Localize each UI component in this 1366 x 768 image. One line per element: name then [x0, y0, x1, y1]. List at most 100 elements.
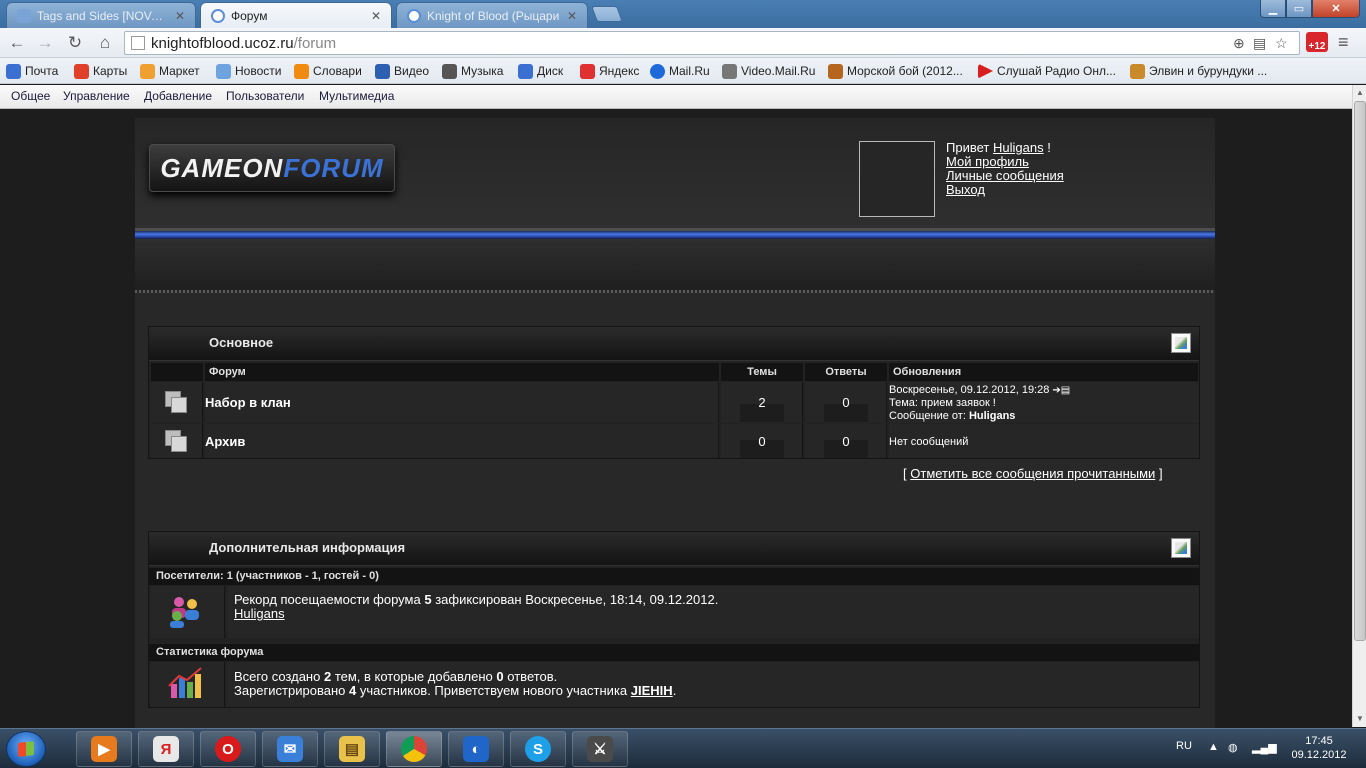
tray-app-icon[interactable]: ◍: [1228, 741, 1238, 754]
page-scrollbar[interactable]: ▲ ▼: [1352, 85, 1366, 727]
collapse-icon[interactable]: [1171, 538, 1191, 558]
close-window-button[interactable]: ✕: [1312, 0, 1360, 18]
windows-taskbar: ▶ Я O ✉ ▤ ◐ S ⚔ RU ▲ ◍ ▂▄▆ 17:45 09.12.2…: [0, 728, 1366, 768]
extension-badge[interactable]: +12: [1306, 32, 1328, 52]
goto-last-post-icon[interactable]: ➔▤: [1052, 385, 1070, 396]
update-date: Воскресенье, 09.12.2012, 19:28: [889, 384, 1050, 396]
site-logo[interactable]: GAMEON FORUM: [149, 144, 395, 192]
bookmark-karty[interactable]: Карты: [74, 62, 127, 80]
taskbar-mail[interactable]: ✉: [262, 731, 318, 767]
taskbar-opera[interactable]: O: [200, 731, 256, 767]
page-action-icon[interactable]: ▤: [1253, 35, 1266, 52]
video-icon: [375, 63, 390, 79]
no-messages-text: Нет сообщений: [889, 436, 969, 448]
bookmark-slovari[interactable]: Словари: [294, 62, 362, 80]
forum-cell: [205, 424, 719, 458]
home-button[interactable]: ⌂: [94, 32, 116, 54]
record-label: Рекорд посещаемости форума: [234, 592, 421, 607]
mailru-icon: [650, 63, 665, 79]
language-indicator[interactable]: RU: [1176, 740, 1192, 752]
wrench-menu-icon[interactable]: ≡: [1338, 32, 1349, 53]
scroll-thumb[interactable]: [1354, 101, 1366, 641]
star-icon[interactable]: ☆: [1275, 35, 1288, 52]
close-icon[interactable]: ✕: [175, 9, 185, 23]
back-button[interactable]: ←: [6, 32, 28, 54]
bookmark-label: Диск: [537, 64, 564, 78]
bookmark-label: Video.Mail.Ru: [741, 64, 816, 78]
bookmark-chipmunks[interactable]: Элвин и бурундуки ...: [1130, 62, 1267, 80]
bookmark-pochta[interactable]: Почта: [6, 62, 58, 80]
scroll-up-arrow-icon[interactable]: ▲: [1353, 85, 1366, 101]
topics-count: 0: [758, 434, 766, 449]
minimize-button[interactable]: ▁: [1260, 0, 1286, 18]
app-wave-icon: ◐: [463, 736, 489, 762]
admin-menu-add[interactable]: Добавление: [144, 89, 212, 103]
taskbar-yandex[interactable]: Я: [138, 731, 194, 767]
admin-menu-users[interactable]: Пользователи: [226, 89, 304, 103]
author-link[interactable]: Huligans: [969, 410, 1015, 422]
bookmark-label: Слушай Радио Онл...: [997, 64, 1116, 78]
new-tab-button[interactable]: [591, 6, 623, 22]
tab-forum[interactable]: Форум ✕: [200, 2, 392, 28]
bookmark-label: Видео: [394, 64, 430, 78]
reload-button[interactable]: ↻: [64, 32, 86, 54]
news-icon: [216, 63, 231, 79]
new-member-link[interactable]: JIEHIH: [631, 683, 673, 698]
scroll-down-arrow-icon[interactable]: ▼: [1353, 711, 1366, 727]
profile-link[interactable]: Мой профиль: [946, 154, 1029, 169]
bookmark-disk[interactable]: Диск: [518, 62, 563, 80]
taskbar-explorer[interactable]: ▤: [324, 731, 380, 767]
taskbar-app-wave[interactable]: ◐: [448, 731, 504, 767]
bookmark-novosti[interactable]: Новости: [216, 62, 281, 80]
system-clock[interactable]: 17:45 09.12.2012: [1284, 734, 1354, 762]
mark-all-read-link[interactable]: Отметить все сообщения прочитанными: [910, 466, 1155, 481]
topic-link[interactable]: прием заявок !: [921, 397, 996, 409]
media-player-icon: ▶: [91, 736, 117, 762]
admin-menu-multimedia[interactable]: Мультимедиа: [319, 89, 394, 103]
online-user-link[interactable]: Huligans: [234, 606, 285, 621]
taskbar-chrome[interactable]: [386, 731, 442, 767]
forward-button[interactable]: →: [34, 32, 56, 54]
logout-link[interactable]: Выход: [946, 182, 985, 197]
forum-link-recruit[interactable]: Набор в клан: [205, 395, 291, 410]
bookmark-mailru[interactable]: Mail.Ru: [650, 62, 710, 80]
collapse-icon[interactable]: [1171, 333, 1191, 353]
close-icon[interactable]: ✕: [567, 9, 577, 23]
bookmark-yandex[interactable]: Яндекс: [580, 62, 639, 80]
zoom-icon[interactable]: ⊕: [1233, 35, 1245, 52]
col-replies-header: Ответы: [805, 363, 887, 381]
taskbar-counter-strike[interactable]: ⚔: [572, 731, 628, 767]
forum-link-archive[interactable]: Архив: [205, 434, 245, 449]
stats-label: Статистика форума: [149, 644, 1199, 661]
site-header: GAMEON FORUM Привет Huligans ! Мой профил…: [135, 118, 1215, 228]
private-messages-link[interactable]: Личные сообщения: [946, 168, 1064, 183]
close-icon[interactable]: ✕: [371, 9, 381, 23]
bookmark-muzyka[interactable]: Музыка: [442, 62, 503, 80]
greeting-end: !: [1047, 140, 1051, 155]
taskbar-media-player[interactable]: ▶: [76, 731, 132, 767]
tab-knight-of-blood[interactable]: Knight of Blood (Рыцари ✕: [396, 2, 588, 28]
dictionary-icon: [294, 63, 309, 79]
taskbar-skype[interactable]: S: [510, 731, 566, 767]
tab-tags-and-sides[interactable]: Tags and Sides [NOVA X50 ✕: [6, 2, 196, 28]
start-button[interactable]: [6, 731, 46, 767]
bookmark-label: Mail.Ru: [669, 64, 710, 78]
maximize-button[interactable]: ▭: [1286, 0, 1312, 18]
bookmark-morskoy-boy[interactable]: Морской бой (2012...: [828, 62, 963, 80]
forum-read-icon: [165, 430, 187, 452]
stats-replies-count: 0: [496, 669, 504, 684]
user-panel: Привет Huligans ! Мой профиль Личные соо…: [946, 141, 1146, 197]
tray-expand-icon[interactable]: ▲: [1208, 741, 1219, 753]
bookmark-market[interactable]: Маркет: [140, 62, 200, 80]
seabattle-icon: [828, 63, 843, 79]
admin-menu-general[interactable]: Общее: [11, 89, 50, 103]
username-link[interactable]: Huligans: [993, 140, 1044, 155]
network-icon[interactable]: ▂▄▆: [1252, 741, 1277, 754]
bookmark-radio[interactable]: Слушай Радио Онл...: [978, 62, 1116, 80]
chrome-icon: [401, 736, 427, 762]
bookmark-video[interactable]: Видео: [375, 62, 429, 80]
bookmark-video-mailru[interactable]: Video.Mail.Ru: [722, 62, 815, 80]
topics-count: 2: [758, 395, 766, 410]
admin-menu-manage[interactable]: Управление: [63, 89, 130, 103]
address-bar[interactable]: knightofblood.ucoz.ru/forum ⊕ ▤ ☆: [124, 31, 1300, 55]
